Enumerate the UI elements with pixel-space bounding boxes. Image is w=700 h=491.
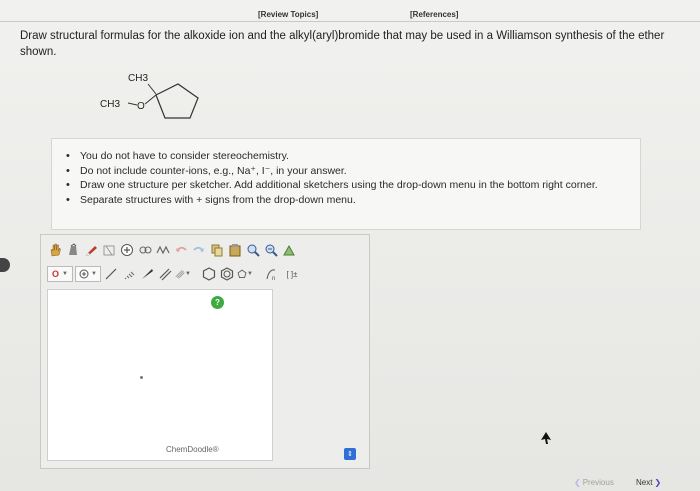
instruction-item: Do not include counter-ions, e.g., Na⁺, …: [66, 164, 626, 179]
double-bond-icon[interactable]: [157, 266, 173, 282]
bond-ch3-o: [127, 102, 138, 106]
ether-structure-drawing: CH3 CH3 O: [100, 73, 199, 119]
oxygen-label: O: [137, 101, 145, 112]
chain-tool-icon[interactable]: [155, 242, 171, 258]
chemdoodle-sketcher: O ▼ ▼ ▼ ▼ n []± ? ChemDoodle® ⇕: [40, 234, 370, 469]
undo-icon[interactable]: [173, 242, 189, 258]
paste-icon[interactable]: [227, 242, 243, 258]
sketcher-toolbar-bottom: O ▼ ▼ ▼ ▼ n []±: [47, 263, 303, 285]
bond-dropdown-icon: ▼: [185, 271, 191, 277]
up-down-arrows-icon: ⇕: [347, 451, 353, 458]
top-bar: [Review Topics] [References]: [0, 8, 700, 22]
chevron-right-icon: ❯: [654, 478, 662, 487]
copy-icon[interactable]: [209, 242, 225, 258]
svg-text:n: n: [272, 276, 275, 281]
bond-ch3-top: [147, 83, 157, 95]
sketcher-canvas[interactable]: ? ChemDoodle®: [47, 289, 273, 461]
cyclopentane-ring: [155, 83, 199, 119]
instruction-item: You do not have to consider stereochemis…: [66, 149, 626, 164]
review-topics-link[interactable]: [Review Topics]: [258, 10, 318, 19]
previous-button[interactable]: ❮ Previous: [574, 478, 614, 487]
assignment-page: [Review Topics] [References] Draw struct…: [0, 0, 700, 491]
zoom-in-icon[interactable]: [245, 242, 261, 258]
hand-tool-icon[interactable]: [47, 242, 63, 258]
clean-structure-icon[interactable]: [281, 242, 297, 258]
cyclopentane-icon[interactable]: ▼: [237, 266, 253, 282]
charge-bracket-label[interactable]: [ ]±: [281, 266, 303, 282]
plus-charge-icon: [79, 269, 89, 279]
clear-icon[interactable]: [101, 242, 117, 258]
element-label: O: [52, 269, 60, 279]
zoom-out-icon[interactable]: [263, 242, 279, 258]
question-text: Draw structural formulas for the alkoxid…: [20, 30, 665, 58]
benzene-icon[interactable]: [219, 266, 235, 282]
element-selector[interactable]: O ▼: [47, 266, 73, 282]
element-dropdown-icon: ▼: [62, 271, 68, 277]
instruction-item: Separate structures with + signs from th…: [66, 193, 626, 208]
ch3-left-label: CH3: [100, 99, 120, 110]
instructions-box: You do not have to consider stereochemis…: [51, 138, 641, 230]
ring-dropdown-icon: ▼: [247, 271, 253, 277]
single-bond-icon[interactable]: [103, 266, 119, 282]
canvas-center-dot: [140, 376, 143, 379]
triple-bond-icon[interactable]: ▼: [175, 266, 191, 282]
zoom-in-plus-icon[interactable]: [119, 242, 135, 258]
chevron-left-icon: ❮: [574, 478, 581, 487]
bracket-tool-icon[interactable]: n: [263, 266, 279, 282]
sketcher-toolbar-top: [47, 239, 297, 261]
next-label: Next: [636, 478, 653, 487]
side-panel-handle[interactable]: [0, 258, 10, 272]
cyclohexane-icon[interactable]: [201, 266, 217, 282]
ch3-top-label: CH3: [128, 73, 148, 84]
charge-selector[interactable]: ▼: [75, 266, 101, 282]
ether-structure: CH3 CH3 O: [90, 66, 220, 126]
mouse-cursor-icon: [541, 432, 551, 444]
instruction-list: You do not have to consider stereochemis…: [66, 149, 626, 207]
references-link[interactable]: [References]: [410, 10, 458, 19]
redo-icon[interactable]: [191, 242, 207, 258]
lasso-tool-icon[interactable]: [65, 242, 81, 258]
template-ring-icon[interactable]: [137, 242, 153, 258]
charge-dropdown-icon: ▼: [91, 271, 97, 277]
bond-o-ring: [144, 94, 157, 105]
help-button[interactable]: ?: [211, 296, 224, 309]
next-button[interactable]: Next ❯: [636, 478, 661, 487]
instruction-item: Draw one structure per sketcher. Add add…: [66, 178, 626, 193]
chemdoodle-brand: ChemDoodle®: [166, 445, 219, 454]
sketcher-options-dropdown[interactable]: ⇕: [344, 448, 356, 460]
previous-label: Previous: [582, 478, 614, 487]
wedge-bond-icon[interactable]: [139, 266, 155, 282]
eraser-icon[interactable]: [83, 242, 99, 258]
hashed-bond-icon[interactable]: [121, 266, 137, 282]
